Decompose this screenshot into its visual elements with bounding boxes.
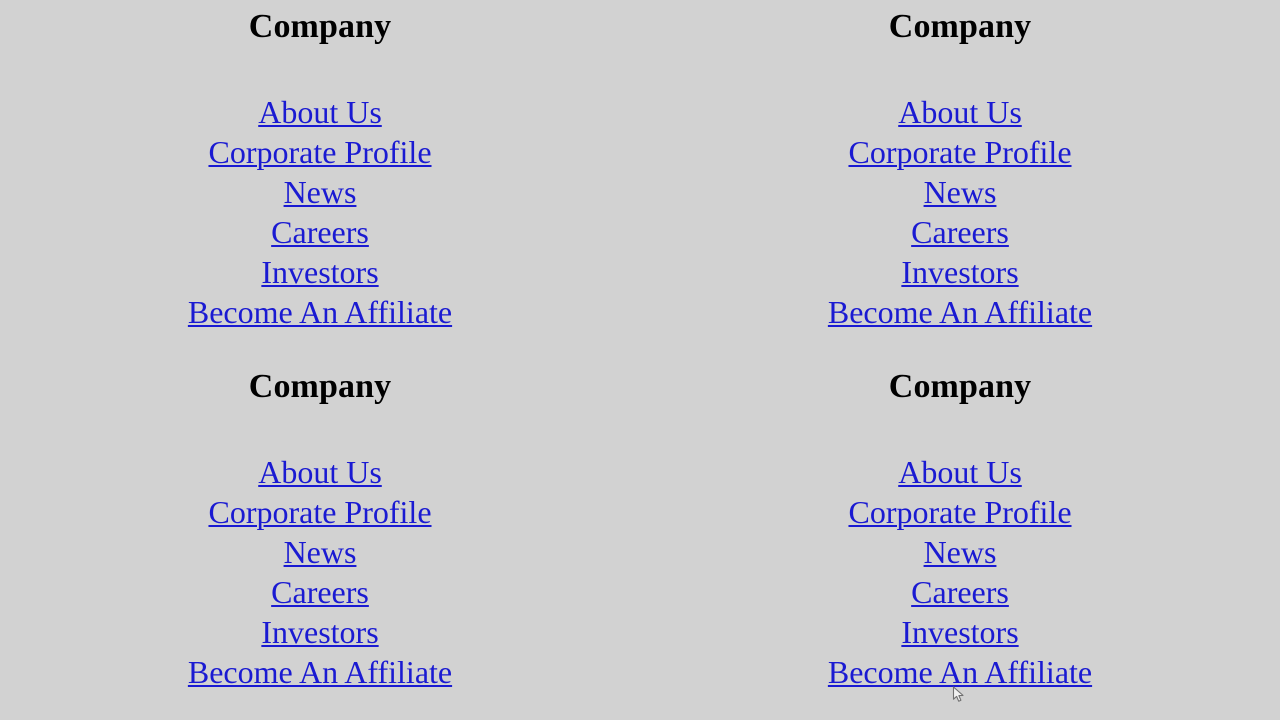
footer-block: Company About Us Corporate Profile News … — [640, 360, 1280, 720]
list-item: About Us — [640, 92, 1280, 132]
list-item: Corporate Profile — [640, 492, 1280, 532]
footer-link-news[interactable]: News — [924, 534, 997, 570]
footer-block-title: Company — [248, 368, 392, 405]
footer-link-careers[interactable]: Careers — [271, 214, 369, 250]
list-item: News — [0, 532, 640, 572]
footer-block-title: Company — [248, 8, 392, 45]
footer-link-investors[interactable]: Investors — [261, 254, 378, 290]
list-item: Become An Affiliate — [0, 292, 640, 332]
footer-link-list: About Us Corporate Profile News Careers … — [640, 452, 1280, 692]
list-item: News — [640, 172, 1280, 212]
footer-link-investors[interactable]: Investors — [901, 614, 1018, 650]
list-item: Careers — [0, 572, 640, 612]
footer-link-careers[interactable]: Careers — [911, 214, 1009, 250]
footer-link-careers[interactable]: Careers — [911, 574, 1009, 610]
list-item: About Us — [0, 452, 640, 492]
list-item: About Us — [0, 92, 640, 132]
list-item: News — [640, 532, 1280, 572]
footer-link-become-an-affiliate[interactable]: Become An Affiliate — [828, 654, 1092, 690]
list-item: News — [0, 172, 640, 212]
footer-link-news[interactable]: News — [284, 174, 357, 210]
list-item: Careers — [640, 212, 1280, 252]
footer-link-become-an-affiliate[interactable]: Become An Affiliate — [188, 654, 452, 690]
footer-link-news[interactable]: News — [924, 174, 997, 210]
list-item: Become An Affiliate — [640, 292, 1280, 332]
list-item: Investors — [0, 252, 640, 292]
footer-link-corporate-profile[interactable]: Corporate Profile — [848, 494, 1071, 530]
page-root: Company About Us Corporate Profile News … — [0, 0, 1280, 720]
footer-link-news[interactable]: News — [284, 534, 357, 570]
footer-link-become-an-affiliate[interactable]: Become An Affiliate — [828, 294, 1092, 330]
footer-link-about-us[interactable]: About Us — [898, 454, 1022, 490]
list-item: Corporate Profile — [0, 132, 640, 172]
list-item: Corporate Profile — [640, 132, 1280, 172]
footer-link-careers[interactable]: Careers — [271, 574, 369, 610]
list-item: Investors — [0, 612, 640, 652]
list-item: Become An Affiliate — [640, 652, 1280, 692]
footer-link-list: About Us Corporate Profile News Careers … — [0, 452, 640, 692]
footer-link-become-an-affiliate[interactable]: Become An Affiliate — [188, 294, 452, 330]
footer-link-corporate-profile[interactable]: Corporate Profile — [208, 134, 431, 170]
footer-block: Company About Us Corporate Profile News … — [0, 0, 640, 360]
list-item: Investors — [640, 252, 1280, 292]
footer-link-about-us[interactable]: About Us — [258, 454, 382, 490]
list-item: Investors — [640, 612, 1280, 652]
footer-link-investors[interactable]: Investors — [901, 254, 1018, 290]
footer-link-corporate-profile[interactable]: Corporate Profile — [208, 494, 431, 530]
footer-link-corporate-profile[interactable]: Corporate Profile — [848, 134, 1071, 170]
footer-block-title: Company — [888, 368, 1032, 405]
footer-link-about-us[interactable]: About Us — [898, 94, 1022, 130]
footer-block: Company About Us Corporate Profile News … — [0, 360, 640, 720]
footer-link-list: About Us Corporate Profile News Careers … — [0, 92, 640, 332]
footer-block-grid: Company About Us Corporate Profile News … — [0, 0, 1280, 720]
footer-link-about-us[interactable]: About Us — [258, 94, 382, 130]
list-item: Careers — [640, 572, 1280, 612]
list-item: Careers — [0, 212, 640, 252]
list-item: Corporate Profile — [0, 492, 640, 532]
footer-block-title: Company — [888, 8, 1032, 45]
footer-block: Company About Us Corporate Profile News … — [640, 0, 1280, 360]
footer-link-investors[interactable]: Investors — [261, 614, 378, 650]
footer-link-list: About Us Corporate Profile News Careers … — [640, 92, 1280, 332]
list-item: Become An Affiliate — [0, 652, 640, 692]
list-item: About Us — [640, 452, 1280, 492]
